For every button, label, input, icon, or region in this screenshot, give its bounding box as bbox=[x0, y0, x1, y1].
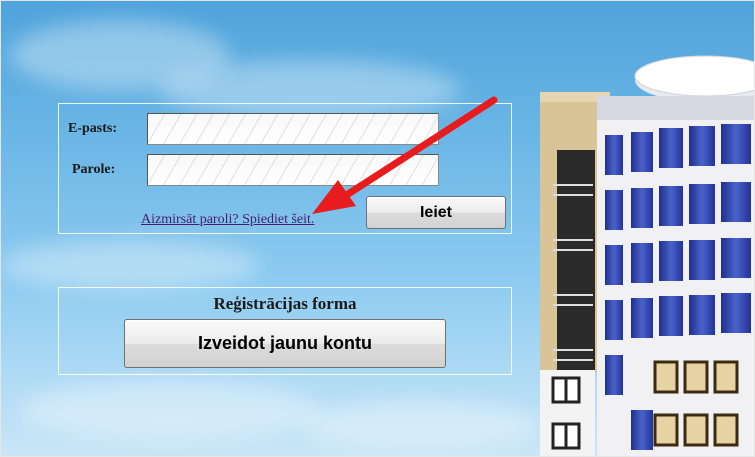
create-account-button[interactable]: Izveidot jaunu kontu bbox=[124, 319, 446, 368]
red-arrow-annotation bbox=[312, 96, 498, 214]
registration-title: Reģistrācijas forma bbox=[213, 294, 357, 313]
